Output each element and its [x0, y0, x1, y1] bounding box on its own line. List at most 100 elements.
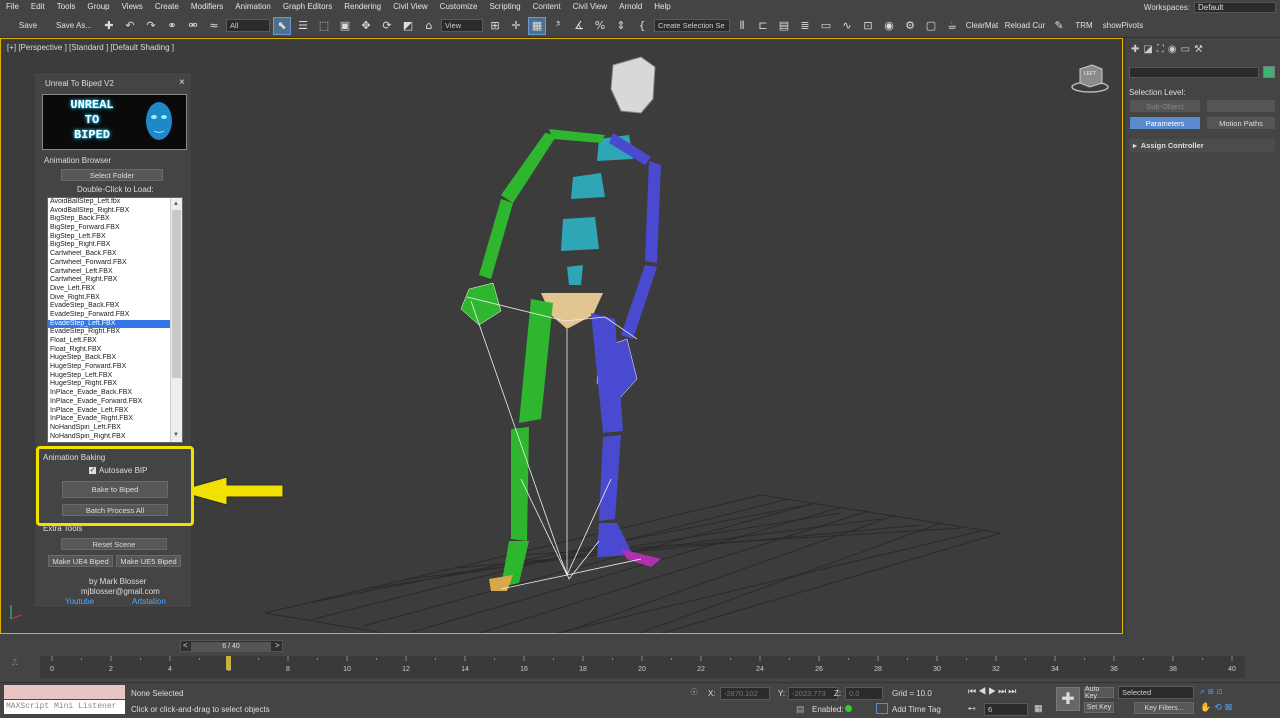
animation-list-item[interactable]: InPlace_Evade_Back.FBX	[48, 389, 170, 398]
scrollbar-thumb[interactable]	[172, 210, 181, 378]
scroll-up-icon[interactable]: ▲	[173, 201, 179, 207]
sub-object-dropdown[interactable]	[1207, 100, 1275, 112]
snaps-toggle-icon[interactable]: ³	[549, 17, 567, 35]
animation-list-item[interactable]: BigStep_Back.FBX	[48, 215, 170, 224]
animation-list-item[interactable]: HugeStep_Forward.FBX	[48, 363, 170, 372]
make-ue4-biped-button[interactable]: Make UE4 Biped	[48, 555, 113, 567]
motion-tab-icon[interactable]: ◉	[1168, 44, 1177, 55]
menu-animation[interactable]: Animation	[229, 0, 277, 14]
toggle-scene-explorer-icon[interactable]: ▤	[775, 17, 793, 35]
text-tool-icon[interactable]: ✎	[1050, 17, 1068, 35]
rendered-frame-window-icon[interactable]: ▢	[922, 17, 940, 35]
menu-file[interactable]: File	[0, 0, 25, 14]
menu-group[interactable]: Group	[81, 0, 115, 14]
keyboard-shortcut-override-icon[interactable]: ▦	[528, 16, 546, 35]
key-mode-icon[interactable]: ⊷	[968, 704, 976, 713]
menu-arnold[interactable]: Arnold	[613, 0, 648, 14]
clearmat-button[interactable]: ClearMat	[964, 17, 1000, 35]
auto-key-button[interactable]: Auto Key	[1084, 686, 1114, 700]
sub-object-button[interactable]: Sub-Object	[1130, 100, 1200, 112]
menu-modifiers[interactable]: Modifiers	[185, 0, 229, 14]
animation-list-item[interactable]: InPlace_Evade_Right.FBX	[48, 415, 170, 424]
animation-list-item[interactable]: BigStep_Forward.FBX	[48, 224, 170, 233]
menu-edit[interactable]: Edit	[25, 0, 51, 14]
animation-list[interactable]: AvoidBallStep_Left.fbx AvoidBallStep_Righ…	[47, 197, 183, 443]
named-selection-sets-dropdown[interactable]: Create Selection Se	[654, 19, 730, 32]
zoom-controls-icon[interactable]: ⌕⊞⊡	[1200, 686, 1226, 697]
isolate-selection-icon[interactable]: ☉	[690, 687, 698, 698]
unlink-icon[interactable]: ⚮	[184, 17, 202, 35]
time-config-icon[interactable]: ▤	[796, 704, 805, 715]
percent-snap-icon[interactable]: %	[591, 17, 609, 35]
select-object-icon[interactable]: ⬉	[273, 16, 291, 35]
object-name-field[interactable]	[1129, 67, 1259, 78]
animation-list-item[interactable]: EvadeStep_Right.FBX	[48, 328, 170, 337]
prev-frame-icon[interactable]: <	[183, 641, 188, 650]
viewcube[interactable]: LEFT	[1070, 61, 1110, 95]
animation-list-item[interactable]: HugeStep_Right.FBX	[48, 380, 170, 389]
animation-list-item[interactable]: NoHandSpin_Right.FBX	[48, 433, 170, 442]
close-icon[interactable]: ×	[179, 77, 185, 88]
render-setup-icon[interactable]: ⚙	[901, 17, 919, 35]
x-coordinate-field[interactable]: -2870.102	[720, 687, 770, 700]
time-slider[interactable]: < 6 / 40 >	[180, 640, 283, 652]
track-bar[interactable]: 0246810121416182022242628303234363840	[40, 656, 1245, 678]
animation-list-item[interactable]: InPlace_Evade_Forward.FBX	[48, 398, 170, 407]
display-tab-icon[interactable]: ▭	[1181, 44, 1190, 55]
key-selection-dropdown[interactable]: Selected	[1118, 686, 1194, 699]
material-editor-icon[interactable]: ◉	[880, 17, 898, 35]
animation-list-item[interactable]: BigStep_Left.FBX	[48, 233, 170, 242]
menu-civil-view-2[interactable]: Civil View	[567, 0, 614, 14]
rotate-icon[interactable]: ⟳	[378, 17, 396, 35]
workspaces-dropdown[interactable]: Default	[1194, 1, 1276, 13]
menu-help[interactable]: Help	[648, 0, 676, 14]
artstation-link[interactable]: Artstation	[132, 597, 166, 606]
link-icon[interactable]: ⚭	[163, 17, 181, 35]
toggle-layer-explorer-icon[interactable]: ≣	[796, 17, 814, 35]
render-production-icon[interactable]: ☕	[943, 17, 961, 35]
menu-customize[interactable]: Customize	[434, 0, 484, 14]
animation-list-item[interactable]: HugeStep_Back.FBX	[48, 354, 170, 363]
save-as-button[interactable]: Save As...	[51, 17, 97, 35]
reference-coordinate-dropdown[interactable]: View	[441, 19, 483, 32]
toggle-mini-curve-editor-icon[interactable]: ⎍	[12, 658, 18, 668]
animation-list-item[interactable]: EvadeStep_Forward.FBX	[48, 311, 170, 320]
animation-list-item[interactable]: InPlace_Evade_Left.FBX	[48, 407, 170, 416]
add-time-tag-label[interactable]: Add Time Tag	[892, 705, 941, 714]
pan-orbit-controls-icon[interactable]: ✋⟲⊠	[1200, 702, 1235, 713]
time-configuration-icon[interactable]: ▦	[1034, 703, 1043, 714]
animation-list-item[interactable]: NoHandSpin_Left.FBX	[48, 424, 170, 433]
z-coordinate-field[interactable]: 0.0	[845, 687, 883, 700]
motion-paths-tab[interactable]: Motion Paths	[1207, 117, 1275, 129]
rect-selection-icon[interactable]: ⬚	[315, 17, 333, 35]
set-key-icon[interactable]: ✚	[1056, 687, 1080, 711]
menu-rendering[interactable]: Rendering	[338, 0, 387, 14]
time-slider-thumb[interactable]: 6 / 40	[191, 642, 271, 651]
move-icon[interactable]: ✥	[357, 17, 375, 35]
menu-tools[interactable]: Tools	[51, 0, 82, 14]
maxscript-mini-listener[interactable]: MAXScript Mini Listener	[4, 700, 125, 714]
animation-list-scrollbar[interactable]: ▲ ▼	[170, 198, 182, 442]
save-button[interactable]: Save	[8, 17, 48, 35]
select-by-name-icon[interactable]: ☰	[294, 17, 312, 35]
pivot-center-icon[interactable]: ⊞	[486, 17, 504, 35]
y-coordinate-field[interactable]: -2023.773	[788, 687, 838, 700]
redo-icon[interactable]: ↷	[142, 17, 160, 35]
next-frame-icon[interactable]: >	[275, 641, 280, 650]
select-folder-button[interactable]: Select Folder	[61, 169, 163, 181]
scale-icon[interactable]: ◩	[399, 17, 417, 35]
maxscript-listener-output[interactable]	[4, 685, 125, 699]
edit-named-selection-icon[interactable]: {	[633, 17, 651, 35]
enabled-indicator[interactable]	[845, 705, 852, 712]
spinner-snap-icon[interactable]: ⇕	[612, 17, 630, 35]
object-color-swatch[interactable]	[1263, 66, 1275, 78]
window-crossing-icon[interactable]: ▣	[336, 17, 354, 35]
animation-list-item[interactable]: HugeStep_Left.FBX	[48, 372, 170, 381]
create-icon[interactable]: ✚	[100, 17, 118, 35]
menu-graph-editors[interactable]: Graph Editors	[277, 0, 338, 14]
menu-views[interactable]: Views	[116, 0, 149, 14]
schematic-view-icon[interactable]: ⊡	[859, 17, 877, 35]
animation-list-item[interactable]: Float_Left.FBX	[48, 337, 170, 346]
animation-list-item[interactable]: Cartwheel_Back.FBX	[48, 250, 170, 259]
menu-scripting[interactable]: Scripting	[483, 0, 526, 14]
